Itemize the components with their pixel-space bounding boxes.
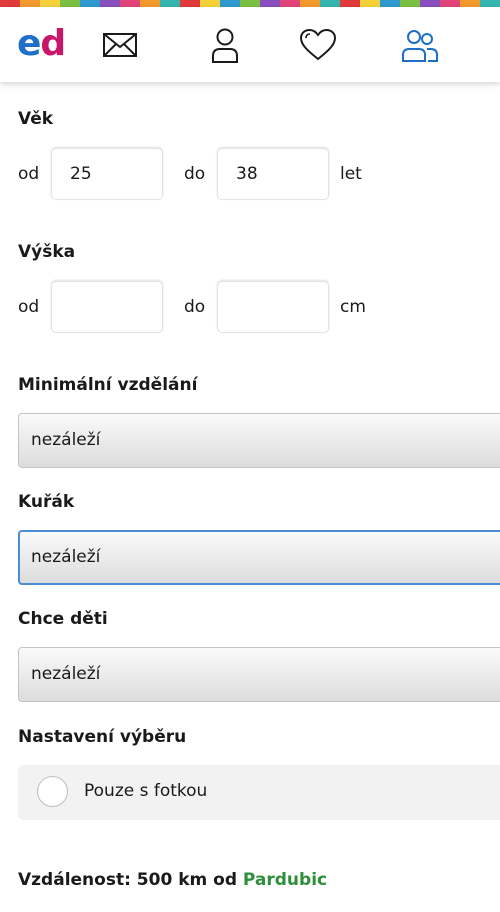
photo-only-option[interactable]: Pouze s fotkou	[18, 765, 500, 820]
top-navigation-bar: ed	[0, 7, 500, 82]
children-select[interactable]: nezáleží	[18, 647, 500, 702]
stripe-segment	[400, 0, 420, 7]
stripe-segment	[40, 0, 60, 7]
stripe-segment	[340, 0, 360, 7]
smoker-select[interactable]: nezáleží	[18, 530, 500, 585]
stripe-segment	[80, 0, 100, 7]
age-from-label: od	[18, 164, 40, 184]
education-select[interactable]: nezáleží	[18, 413, 500, 468]
distance-prefix: Vzdálenost: 500 km od	[18, 870, 237, 890]
stripe-segment	[480, 0, 500, 7]
profile-icon[interactable]	[205, 25, 245, 65]
stripe-segment	[0, 0, 20, 7]
mail-icon[interactable]	[100, 25, 140, 65]
distance-summary: Vzdálenost: 500 km od Pardubic	[18, 870, 327, 890]
stripe-segment	[160, 0, 180, 7]
stripe-segment	[420, 0, 440, 7]
stripe-segment	[360, 0, 380, 7]
height-to-input[interactable]	[217, 281, 329, 333]
stripe-segment	[320, 0, 340, 7]
distance-city-link[interactable]: Pardubic	[243, 870, 327, 890]
stripe-segment	[180, 0, 200, 7]
heart-icon[interactable]	[298, 25, 338, 65]
smoker-title: Kuřák	[18, 492, 75, 512]
age-title: Věk	[18, 109, 54, 129]
height-from-label: od	[18, 297, 40, 317]
children-title: Chce děti	[18, 609, 108, 629]
age-to-input[interactable]	[217, 148, 329, 200]
stripe-segment	[140, 0, 160, 7]
age-from-input[interactable]	[51, 148, 163, 200]
stripe-segment	[460, 0, 480, 7]
stripe-segment	[100, 0, 120, 7]
stripe-segment	[280, 0, 300, 7]
logo[interactable]: ed	[17, 21, 66, 67]
stripe-segment	[120, 0, 140, 7]
color-stripe	[0, 0, 500, 7]
height-unit-label: cm	[340, 297, 366, 317]
stripe-segment	[240, 0, 260, 7]
stripe-segment	[200, 0, 220, 7]
photo-only-label: Pouze s fotkou	[84, 781, 208, 801]
stripe-segment	[20, 0, 40, 7]
stripe-segment	[380, 0, 400, 7]
stripe-segment	[300, 0, 320, 7]
people-icon[interactable]	[400, 25, 440, 65]
height-title: Výška	[18, 242, 76, 262]
stripe-segment	[440, 0, 460, 7]
height-from-input[interactable]	[51, 281, 163, 333]
age-to-label: do	[184, 164, 206, 184]
stripe-segment	[220, 0, 240, 7]
education-title: Minimální vzdělání	[18, 375, 198, 395]
selection-title: Nastavení výběru	[18, 727, 187, 747]
photo-only-radio[interactable]	[37, 776, 68, 807]
stripe-segment	[260, 0, 280, 7]
age-unit-label: let	[340, 164, 362, 184]
height-to-label: do	[184, 297, 206, 317]
stripe-segment	[60, 0, 80, 7]
